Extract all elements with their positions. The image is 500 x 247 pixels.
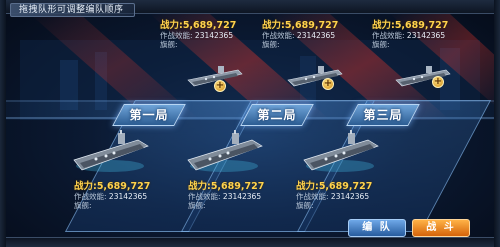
drag-hint: 拖拽队形可调整编队顺序 [10,3,135,17]
bottom-frame [0,237,500,247]
aircraft-carrier-icon[interactable] [394,62,452,90]
right-frame [494,0,500,247]
team-info-1: 战力:5,689,727 作战效能: 23142365 旗舰: [74,181,150,210]
top-fleet-info-1: 战力:5,689,727 作战效能: 23142365 旗舰: [262,20,338,49]
team-tag-3: 第三局 [346,104,420,126]
team-flagship-2: 旗舰: [188,201,206,210]
team-tag-1: 第一局 [112,104,186,126]
aircraft-carrier-icon[interactable] [286,62,344,90]
team-power-3: 战力:5,689,727 [296,181,373,192]
team-effect-1: 作战效能: 23142365 [74,192,148,201]
top-fleet-effect-3: 作战效能: 23142365 [160,31,234,40]
add-ship-button-top-2[interactable]: + [322,78,334,90]
add-ship-button-top-3[interactable]: + [432,76,444,88]
team-effect-2: 作战效能: 23142365 [188,192,262,201]
top-fleet-effect-1: 作战效能: 23142365 [262,31,336,40]
top-fleet-info-2: 战力:5,689,727 作战效能: 23142365 旗舰: [372,20,448,49]
team-tag-2: 第二局 [240,104,314,126]
aircraft-carrier-icon[interactable] [186,130,264,174]
team-power-1: 战力:5,689,727 [74,181,151,192]
aircraft-carrier-icon[interactable] [302,130,380,174]
team-info-3: 战力:5,689,727 作战效能: 23142365 旗舰: [296,181,372,210]
team-effect-3: 作战效能: 23142365 [296,192,370,201]
team-power-2: 战力:5,689,727 [188,181,265,192]
game-screen: 拖拽队形可调整编队顺序 战力:5,689,727 作战效能: 23142365 … [0,0,500,247]
top-fleet-power-1: 战力:5,689,727 [262,20,339,31]
aircraft-carrier-icon[interactable] [72,130,150,174]
add-ship-button-top-1[interactable]: + [214,80,226,92]
top-fleet-power-3: 战力:5,689,727 [160,20,237,31]
top-fleet-flagship-3: 旗舰: [160,40,178,49]
top-fleet-flagship-1: 旗舰: [262,40,280,49]
team-info-2: 战力:5,689,727 作战效能: 23142365 旗舰: [188,181,264,210]
top-fleet-flagship-2: 旗舰: [372,40,390,49]
team-flagship-1: 旗舰: [74,201,92,210]
top-fleet-info-3: 战力:5,689,727 作战效能: 23142365 旗舰: [160,20,236,49]
team-flagship-3: 旗舰: [296,201,314,210]
battle-button[interactable]: 战 斗 [412,219,470,237]
formation-button[interactable]: 编 队 [348,219,406,237]
left-frame [0,0,6,247]
top-fleet-effect-2: 作战效能: 23142365 [372,31,446,40]
top-fleet-power-2: 战力:5,689,727 [372,20,449,31]
